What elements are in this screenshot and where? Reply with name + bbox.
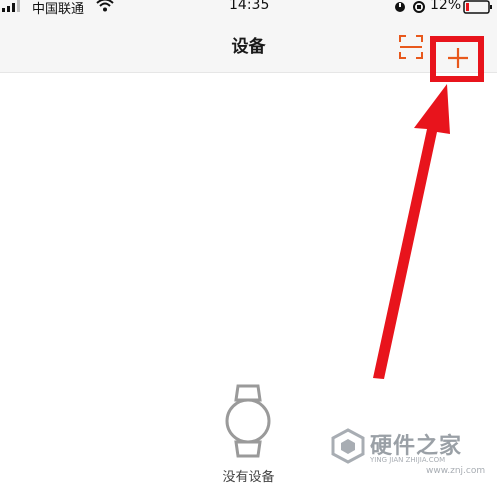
watermark-logo-icon [331,428,365,464]
watermark-pinyin: YING JIAN ZHIJIA.COM [370,456,446,464]
empty-state-message: 没有设备 [222,470,275,485]
watermark-url: www.znj.com [426,466,486,476]
watermark: 硬件之家 YING JIAN ZHIJIA.COM www.znj.com [328,428,497,476]
watch-icon [225,384,271,458]
